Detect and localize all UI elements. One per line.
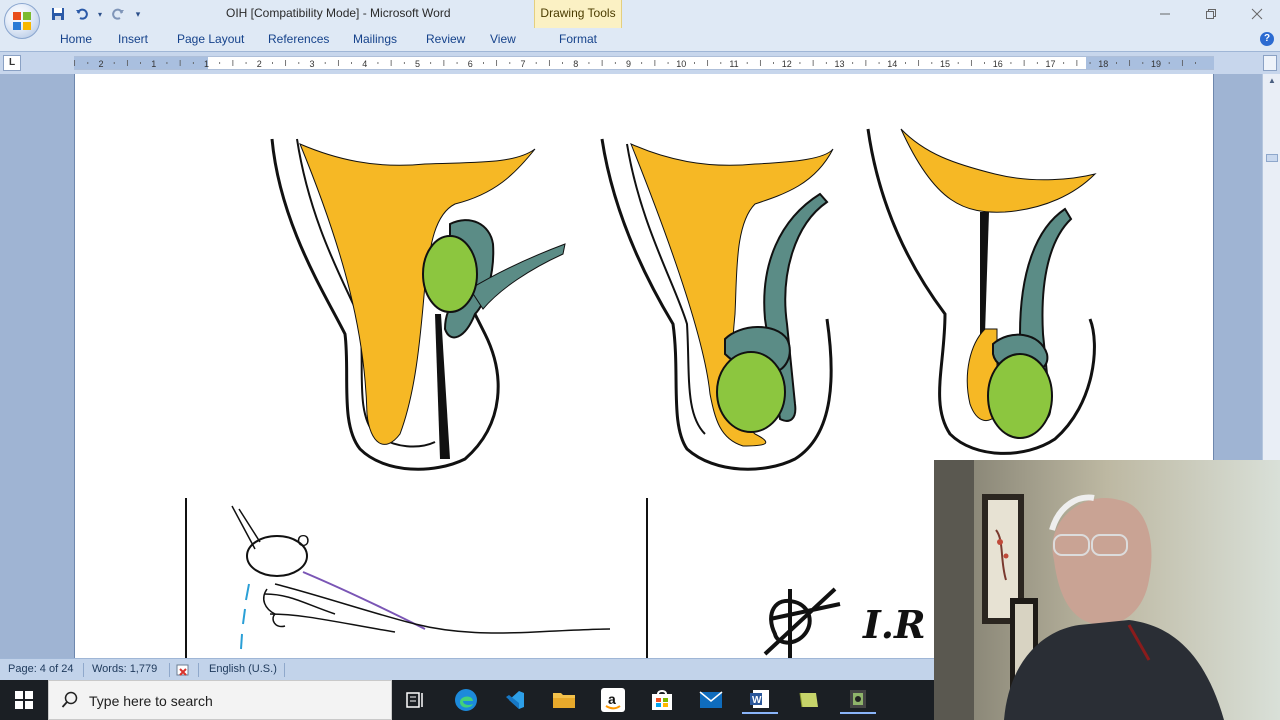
- figure-2: [600, 138, 834, 471]
- office-logo-icon: [13, 12, 31, 30]
- ruler-number: 13: [834, 59, 844, 69]
- customize-qat-icon[interactable]: ▾: [132, 5, 144, 23]
- svg-text:a: a: [608, 691, 616, 707]
- ruler-number: 16: [993, 59, 1003, 69]
- search-icon: [61, 691, 78, 708]
- tab-selector[interactable]: L: [3, 55, 21, 71]
- visual-studio-icon[interactable]: [497, 686, 533, 714]
- task-view-icon[interactable]: [397, 686, 433, 714]
- media-icon[interactable]: [840, 686, 876, 714]
- ruler-number: 9: [626, 59, 631, 69]
- page-count[interactable]: Page: 4 of 24: [8, 663, 73, 675]
- ruler-number: 14: [887, 59, 897, 69]
- save-icon[interactable]: [48, 5, 68, 23]
- notes-icon[interactable]: [791, 686, 827, 714]
- ribbon-tabs: Home Insert Page Layout References Maili…: [0, 28, 1280, 52]
- ruler-number: 11: [729, 59, 738, 69]
- signature-text: I.R: [862, 602, 926, 647]
- ruler-number: 1: [151, 59, 156, 69]
- horizontal-ruler[interactable]: 2 1 1 2 3 4 5 6 7 8 9 10 11 12 13 14 15 16 17 18 19: [74, 56, 1214, 70]
- title-bar: ▾ ▾ OIH [Compatibility Mode] - Microsoft…: [0, 0, 1280, 28]
- tab-references[interactable]: References: [268, 32, 329, 46]
- scroll-up-icon[interactable]: ▲: [1266, 76, 1278, 88]
- ruler-number: 8: [573, 59, 578, 69]
- undo-dropdown-icon[interactable]: ▾: [96, 5, 104, 23]
- store-icon[interactable]: [644, 686, 680, 714]
- scroll-thumb[interactable]: [1266, 154, 1278, 162]
- ruler-number: 17: [1045, 59, 1055, 69]
- search-placeholder: Type here to search: [89, 693, 213, 709]
- view-ruler-button[interactable]: [1263, 55, 1277, 71]
- status-divider: [284, 663, 285, 677]
- signature: I.R: [763, 587, 926, 658]
- figure-3: [866, 128, 1097, 455]
- tab-mailings[interactable]: Mailings: [353, 32, 397, 46]
- drawing-tools-context-tab: Drawing Tools: [534, 0, 622, 28]
- mail-icon[interactable]: [693, 686, 729, 714]
- ruler-number: 1: [204, 59, 209, 69]
- ruler-number: 15: [940, 59, 950, 69]
- status-divider: [169, 663, 170, 677]
- restore-icon[interactable]: [1188, 0, 1234, 28]
- ruler-number: 10: [676, 59, 686, 69]
- tab-format[interactable]: Format: [559, 32, 597, 46]
- tab-home[interactable]: Home: [60, 32, 92, 46]
- minimize-icon[interactable]: [1142, 0, 1188, 28]
- word-count[interactable]: Words: 1,779: [92, 663, 157, 675]
- ruler-area: L 2 1 1 2 3 4 5 6 7 8 9 10 11 12 13 14 15 16 17 18 19: [0, 52, 1280, 74]
- status-divider: [83, 663, 84, 677]
- taskbar-search-box[interactable]: Type here to search: [48, 680, 392, 720]
- ruler-number: 18: [1098, 59, 1108, 69]
- tab-view[interactable]: View: [490, 32, 516, 46]
- ruler-number: 19: [1151, 59, 1161, 69]
- ruler-number: 4: [362, 59, 367, 69]
- office-button[interactable]: [4, 3, 40, 39]
- undo-icon[interactable]: [72, 5, 92, 23]
- ruler-ticks: 2 1 1 2 3 4 5 6 7 8 9 10 11 12 13 14 15 16 17 18 19: [74, 59, 1196, 69]
- start-button[interactable]: [0, 680, 48, 720]
- redo-icon[interactable]: [108, 5, 128, 23]
- amazon-icon[interactable]: a: [595, 686, 631, 714]
- webcam-overlay: [934, 460, 1280, 720]
- file-explorer-icon[interactable]: [546, 686, 582, 714]
- ruler-number: 2: [98, 59, 103, 69]
- ruler-number: 3: [309, 59, 314, 69]
- figure-1: [270, 138, 566, 471]
- ruler-number: 12: [782, 59, 792, 69]
- proofing-icon[interactable]: [176, 662, 192, 678]
- window-controls: [1142, 0, 1280, 28]
- quick-access-toolbar: ▾ ▾: [48, 4, 144, 24]
- close-icon[interactable]: [1234, 0, 1280, 28]
- tab-insert[interactable]: Insert: [118, 32, 148, 46]
- svg-text:W: W: [752, 695, 762, 706]
- ruler-number: 2: [257, 59, 262, 69]
- windows-icon: [15, 691, 33, 709]
- word-icon[interactable]: W: [742, 686, 778, 714]
- language-indicator[interactable]: English (U.S.): [209, 663, 277, 675]
- status-divider: [198, 663, 199, 677]
- tab-page-layout[interactable]: Page Layout: [177, 32, 244, 46]
- window-title: OIH [Compatibility Mode] - Microsoft Wor…: [226, 6, 451, 20]
- edge-icon[interactable]: [448, 686, 484, 714]
- ruler-number: 6: [468, 59, 473, 69]
- figure-label-o: O: [297, 533, 309, 550]
- help-icon[interactable]: ?: [1260, 32, 1274, 46]
- ruler-number: 5: [415, 59, 420, 69]
- lower-diagram: O: [185, 498, 648, 658]
- tab-review[interactable]: Review: [426, 32, 465, 46]
- ruler-number: 7: [520, 59, 525, 69]
